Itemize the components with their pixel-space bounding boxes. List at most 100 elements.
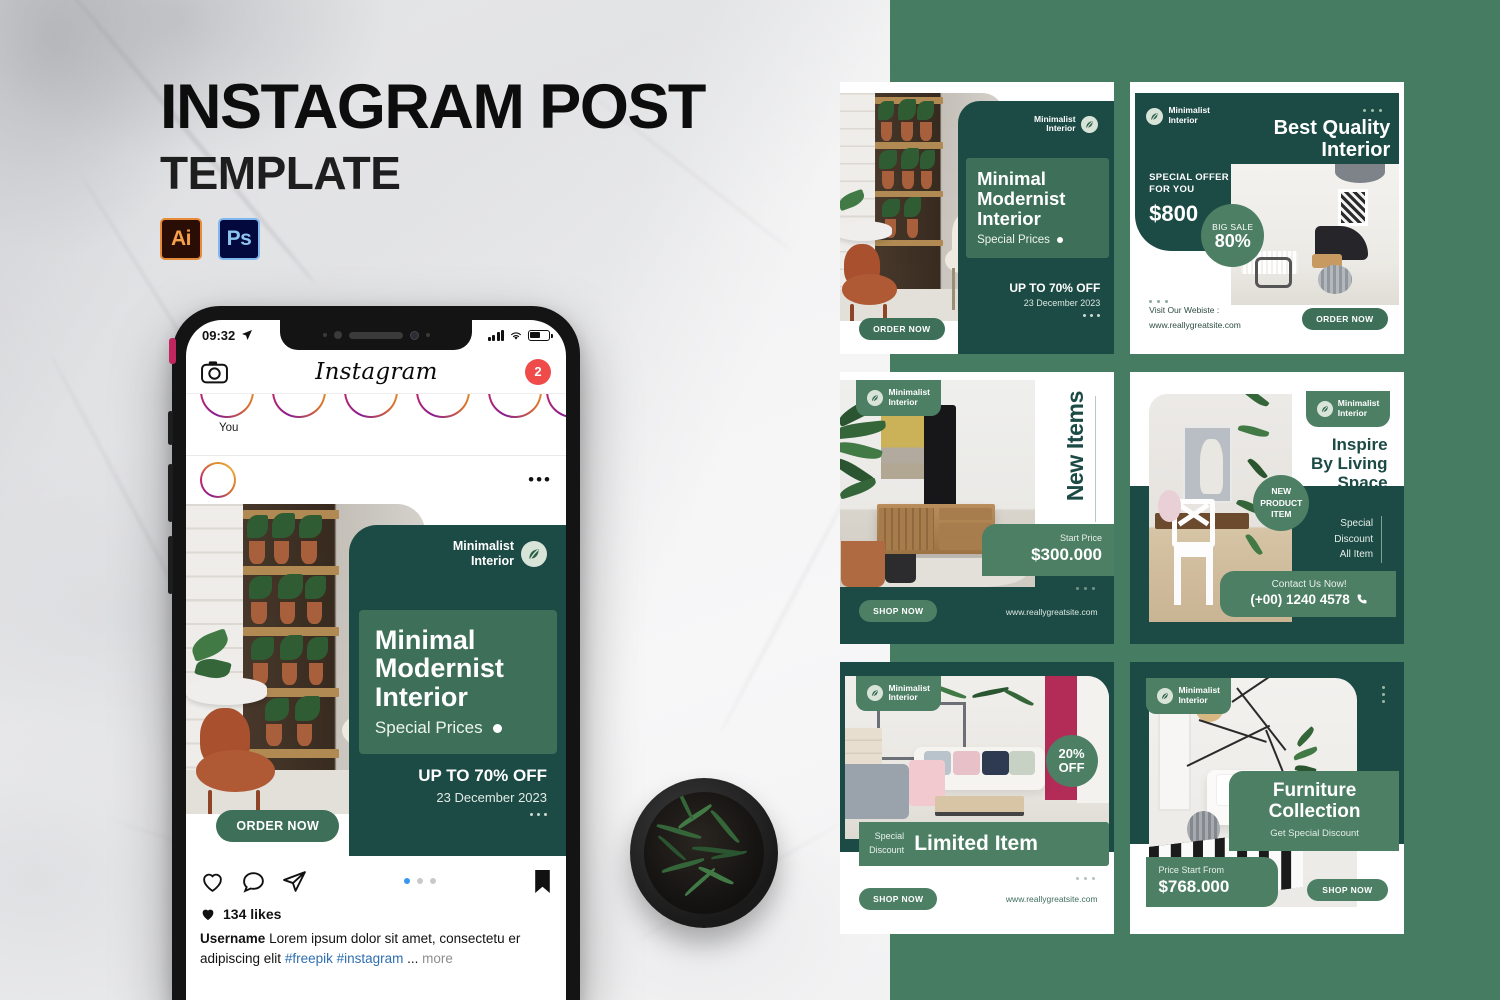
brand-logo-icon bbox=[1316, 400, 1333, 417]
card-website-block: Visit Our Webiste : www.reallygreatsite.… bbox=[1149, 303, 1241, 332]
card-offer-block: UP TO 70% OFF 23 December 2023 bbox=[1009, 281, 1101, 317]
subtitle-dot bbox=[492, 723, 502, 733]
brand-line-2: Interior bbox=[1337, 407, 1368, 418]
card-new-items[interactable]: Minimalist Interior New Items Start Pric… bbox=[840, 372, 1114, 644]
caption-ellipsis: ... bbox=[407, 950, 419, 966]
card-title-line-1: Furniture bbox=[1272, 779, 1357, 801]
card-offer: UP TO 70% OFF bbox=[418, 766, 547, 786]
shop-now-button[interactable]: SHOP NOW bbox=[1307, 879, 1388, 902]
illustrator-badge: Ai bbox=[160, 217, 202, 260]
card-title: New Items bbox=[1062, 391, 1089, 502]
badge-line-1: 20% bbox=[1058, 746, 1085, 762]
send-icon[interactable] bbox=[282, 869, 307, 894]
website-url[interactable]: www.reallygreatsite.com bbox=[1149, 318, 1241, 332]
card-title-line-3: Interior bbox=[374, 681, 468, 712]
brand-line-2: Interior bbox=[888, 396, 918, 407]
website-url[interactable]: www.reallygreatsite.com bbox=[1006, 607, 1098, 617]
card-inspire-by-living-space[interactable]: Minimalist Interior Inspire By Living Sp… bbox=[1130, 372, 1404, 644]
post-actions bbox=[186, 856, 566, 906]
status-time: 09:32 bbox=[202, 327, 236, 343]
brand-line-2: Interior bbox=[470, 553, 514, 568]
avatar[interactable] bbox=[200, 462, 236, 498]
badge-line-2: 80% bbox=[1214, 230, 1251, 251]
card-title-block: Special Discount Limited Item bbox=[859, 822, 1109, 866]
order-now-button[interactable]: ORDER NOW bbox=[859, 318, 945, 341]
card-title-line-2: Collection bbox=[1268, 800, 1361, 822]
discount-line-1: Special bbox=[874, 831, 905, 842]
likes-count: 134 likes bbox=[223, 906, 282, 922]
card-brand: Minimalist Interior bbox=[856, 675, 941, 712]
bookmark-icon[interactable] bbox=[533, 869, 552, 894]
brand-line-2: Interior bbox=[1168, 115, 1198, 126]
contact-label: Contact Us Now! bbox=[1271, 578, 1347, 590]
brand-logo-icon bbox=[1080, 115, 1098, 133]
discount-line-2: Discount bbox=[869, 844, 905, 855]
card-title-block: Furniture Collection Get Special Discoun… bbox=[1228, 770, 1399, 851]
offer-label-line-1: SPECIAL OFFER bbox=[1149, 171, 1229, 183]
shop-now-button[interactable]: SHOP NOW bbox=[859, 600, 938, 623]
card-furniture-collection[interactable]: Minimalist Interior Furniture Collection… bbox=[1130, 662, 1404, 934]
story-label-you: You bbox=[219, 422, 239, 434]
card-price-block: Price Start From $768.000 bbox=[1146, 856, 1278, 907]
card-brand: Minimalist Interior bbox=[1146, 106, 1210, 126]
status-bar: 09:32 bbox=[186, 320, 566, 350]
price-label: Start Price bbox=[1059, 533, 1102, 544]
location-arrow-icon bbox=[242, 330, 253, 340]
card-limited-item[interactable]: Minimalist Interior 20% OFF Special Disc… bbox=[840, 662, 1114, 934]
heart-filled-icon bbox=[202, 909, 214, 920]
brand-line-2: Interior bbox=[888, 692, 918, 703]
page-subtitle: TEMPLATE bbox=[160, 146, 401, 199]
brand-logo-icon bbox=[867, 685, 884, 702]
post-media[interactable]: Minimalist Interior Minimal Modernist In… bbox=[186, 504, 566, 856]
order-now-button[interactable]: ORDER NOW bbox=[216, 809, 340, 842]
decorative-plant-pot bbox=[622, 768, 786, 944]
card-brand: Minimalist Interior bbox=[1034, 114, 1098, 135]
badge-line-2: PRODUCT bbox=[1260, 497, 1303, 508]
card-title-block: Minimal Modernist Interior Special Price… bbox=[358, 609, 557, 755]
brand-line-2: Interior bbox=[1046, 123, 1076, 134]
post-username[interactable]: Username bbox=[200, 931, 265, 946]
card-subtitle: Special Prices bbox=[977, 234, 1050, 247]
camera-icon[interactable] bbox=[201, 360, 228, 384]
card-price: $300.000 bbox=[1031, 545, 1102, 565]
card-title-line-1: Inspire bbox=[1331, 434, 1388, 454]
notification-badge[interactable]: 2 bbox=[524, 358, 551, 385]
card-brand: Minimalist Interior bbox=[1305, 391, 1391, 427]
website-url[interactable]: www.reallygreatsite.com bbox=[1006, 894, 1098, 904]
card-title: Best Quality Interior bbox=[1274, 117, 1391, 161]
comment-icon[interactable] bbox=[241, 869, 266, 894]
brand-logo-icon bbox=[1157, 688, 1174, 705]
card-brand: Minimalist Interior bbox=[856, 380, 941, 416]
heart-icon[interactable] bbox=[200, 869, 225, 894]
phone-icon bbox=[1357, 594, 1367, 604]
brand-line-1: Minimalist bbox=[452, 539, 514, 554]
post-header: ••• bbox=[186, 456, 566, 504]
stories-row[interactable]: You bbox=[186, 394, 566, 456]
card-price: $768.000 bbox=[1158, 876, 1230, 896]
card-title-line-2: Modernist bbox=[374, 653, 504, 684]
battery-icon bbox=[528, 329, 553, 341]
card-title: Limited Item bbox=[914, 831, 1038, 855]
card-minimal-modernist-interior[interactable]: Minimalist Interior Minimal Modernist In… bbox=[840, 82, 1114, 354]
card-brand: Minimalist Interior bbox=[453, 539, 547, 568]
caption-hashtags[interactable]: #freepik #instagram bbox=[285, 951, 404, 966]
card-date: 23 December 2023 bbox=[1023, 297, 1101, 308]
badge-line-3: ITEM bbox=[1271, 509, 1292, 520]
card-title-line-1: Minimal bbox=[374, 624, 476, 655]
page-title: INSTAGRAM POST bbox=[160, 72, 706, 142]
instagram-header: Instagram 2 bbox=[186, 350, 566, 394]
contact-block: Contact Us Now! (+00) 1240 4578 bbox=[1220, 570, 1396, 617]
card-title-block: Minimal Modernist Interior Special Price… bbox=[966, 158, 1109, 259]
discount-line-3: All Item bbox=[1339, 549, 1374, 561]
card-subtitle: Get Special Discount bbox=[1270, 827, 1359, 839]
order-now-button[interactable]: ORDER NOW bbox=[1302, 307, 1388, 330]
card-best-quality-interior[interactable]: Minimalist Interior Best Quality Interio… bbox=[1130, 82, 1404, 354]
badge-line-2: OFF bbox=[1058, 760, 1085, 776]
website-label: Visit Our Webiste : bbox=[1149, 305, 1220, 316]
discount-block: Special Discount All Item bbox=[1334, 516, 1383, 563]
shop-now-button[interactable]: SHOP NOW bbox=[859, 887, 938, 910]
caption-more-link[interactable]: more bbox=[422, 951, 453, 966]
card-title-line-2: By Living bbox=[1311, 453, 1388, 473]
wifi-icon bbox=[511, 331, 521, 340]
title-divider bbox=[1094, 396, 1097, 522]
